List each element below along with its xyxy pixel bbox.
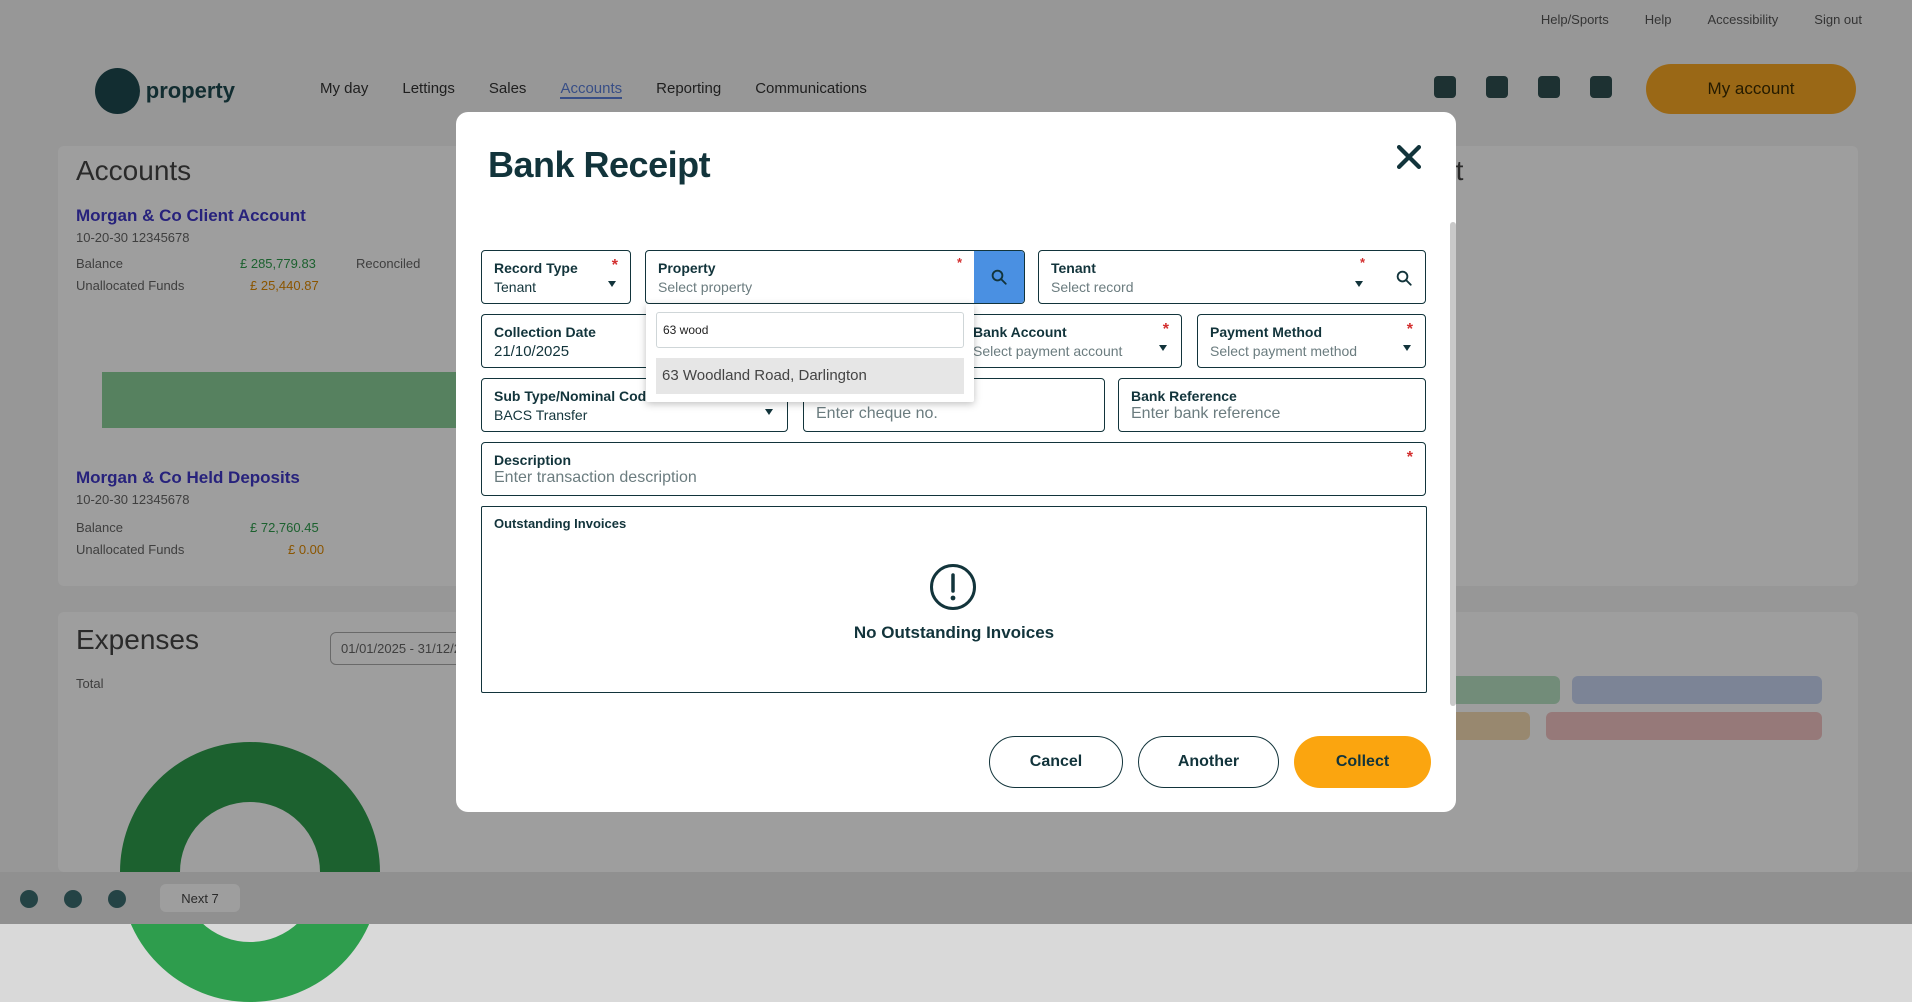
another-button[interactable]: Another xyxy=(1138,736,1279,788)
caret-down-icon xyxy=(608,281,616,287)
required-marker: * xyxy=(956,255,962,270)
property-option[interactable]: 63 Woodland Road, Darlington xyxy=(656,358,964,394)
field-placeholder: Enter bank reference xyxy=(1131,405,1281,422)
tenant-search-icon[interactable] xyxy=(1395,269,1413,287)
field-label: Bank Reference xyxy=(1131,388,1237,404)
required-marker: * xyxy=(1359,255,1365,270)
caret-down-icon[interactable] xyxy=(1355,281,1363,287)
field-label: Tenant xyxy=(1051,260,1096,276)
collection-date-field[interactable]: Collection Date 21/10/2025 xyxy=(481,314,661,368)
field-label: Collection Date xyxy=(494,324,596,340)
required-marker: * xyxy=(611,257,618,274)
required-marker: * xyxy=(1406,449,1413,466)
exclamation-circle-icon xyxy=(930,564,976,610)
modal-title: Bank Receipt xyxy=(488,144,711,185)
caret-down-icon xyxy=(765,409,773,415)
panel-title: Outstanding Invoices xyxy=(494,516,627,531)
bank-reference-input[interactable]: Bank Reference Enter bank reference xyxy=(1118,378,1426,432)
field-label: Property xyxy=(658,260,716,276)
field-label: Sub Type/Nominal Code xyxy=(494,388,654,404)
tenant-field[interactable]: Tenant * Select record xyxy=(1038,250,1426,304)
field-placeholder: Enter cheque no. xyxy=(816,405,938,422)
payment-method-select[interactable]: Payment Method * Select payment method xyxy=(1197,314,1426,368)
collect-button[interactable]: Collect xyxy=(1294,736,1431,788)
field-label: Payment Method xyxy=(1210,324,1323,340)
field-label: Record Type xyxy=(494,260,578,276)
field-label: Description xyxy=(494,452,572,468)
field-value: 21/10/2025 xyxy=(494,343,570,360)
empty-state-message: No Outstanding Invoices xyxy=(853,623,1055,642)
field-placeholder: Select payment method xyxy=(1210,343,1358,359)
search-icon xyxy=(991,269,1007,285)
caret-down-icon xyxy=(1159,345,1167,351)
field-placeholder: Select payment account xyxy=(973,343,1123,359)
caret-down-icon xyxy=(1403,345,1411,351)
property-dropdown: 63 wood 63 Woodland Road, Darlington xyxy=(646,304,974,402)
field-value: Tenant xyxy=(494,279,537,295)
modal-scrollbar[interactable] xyxy=(1450,222,1456,706)
field-placeholder: Select property xyxy=(658,279,753,295)
required-marker: * xyxy=(1162,321,1169,338)
property-field[interactable]: Property * Select property xyxy=(645,250,1025,304)
field-label: Bank Account xyxy=(973,324,1067,340)
record-type-select[interactable]: Record Type * Tenant xyxy=(481,250,631,304)
property-search-input[interactable]: 63 wood xyxy=(656,312,964,348)
bank-account-select[interactable]: Bank Account * Select payment account xyxy=(960,314,1182,368)
field-placeholder: Enter transaction description xyxy=(494,469,697,486)
field-value: BACS Transfer xyxy=(494,407,588,423)
outstanding-invoices-panel: Outstanding Invoices No Outstanding Invo… xyxy=(481,506,1427,693)
field-placeholder: Select record xyxy=(1051,279,1134,295)
cancel-button[interactable]: Cancel xyxy=(989,736,1123,788)
close-icon[interactable] xyxy=(1392,140,1426,174)
required-marker: * xyxy=(1406,321,1413,338)
description-input[interactable]: Description * Enter transaction descript… xyxy=(481,442,1426,496)
property-search-button[interactable] xyxy=(974,251,1024,303)
